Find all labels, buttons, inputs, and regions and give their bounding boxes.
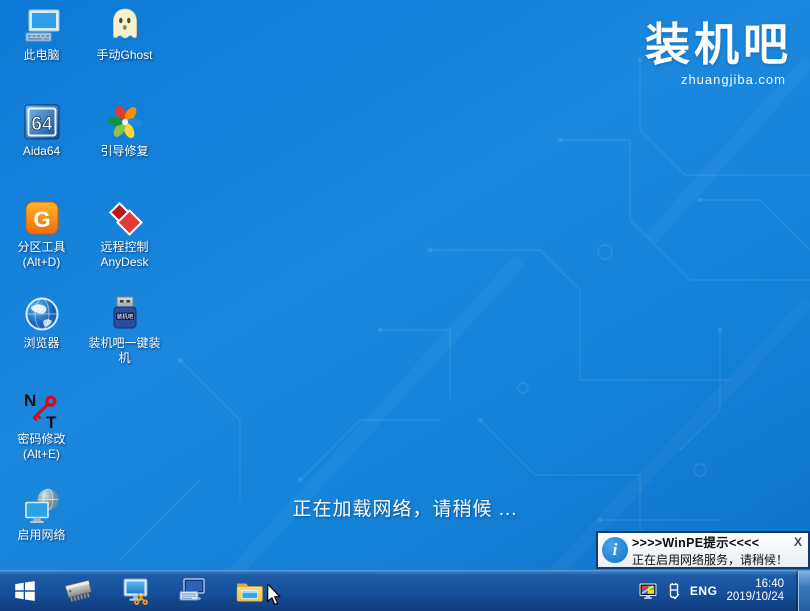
loading-status-text: 正在加载网络，请稍候 ...: [292, 499, 518, 520]
desktop-icon-label: 此电脑: [23, 48, 60, 62]
desktop-icon-grid: 此电脑 手动Ghost 64 Aida64 引导修复 G 分区工具 (Alt+D…: [0, 2, 166, 578]
aida64-glyph: 64: [31, 114, 53, 135]
winpe-desktop: 装机吧 zhuangjiba.com 此电脑 手动Ghost 64 Aida64…: [0, 0, 810, 611]
language-indicator[interactable]: ENG: [690, 584, 718, 598]
aida64-icon: 64: [22, 102, 62, 142]
desktop-icon-label: Aida64: [22, 144, 61, 158]
desktop-icon-remote-control[interactable]: 远程控制 AnyDesk: [83, 194, 166, 290]
taskbar-button-on-screen-keyboard[interactable]: [164, 571, 221, 611]
windows-logo-icon: [15, 581, 35, 601]
brand-logo-subtitle: zhuangjiba.com: [680, 72, 786, 87]
desktop-icon-label: 浏览器: [23, 336, 60, 350]
desktop-icon-label: 引导修复: [100, 144, 149, 158]
close-icon[interactable]: X: [791, 535, 805, 549]
screen-capture-icon: [123, 578, 148, 605]
usb-drive-icon: 装机吧: [105, 294, 145, 334]
computer-icon: [22, 6, 62, 46]
nt-key-icon: N T: [22, 390, 62, 430]
desktop-icon-one-click-install[interactable]: 装机吧 装机吧一键装机: [83, 290, 166, 386]
notification-message: 正在启用网络服务，请稍候！: [632, 553, 789, 567]
desktop-icon-boot-repair[interactable]: 引导修复: [83, 98, 166, 194]
taskbar: ENG 16:40 2019/10/24: [0, 570, 810, 611]
desktop-icon-aida64[interactable]: 64 Aida64: [0, 98, 83, 194]
info-icon: i: [602, 537, 628, 563]
show-desktop-button[interactable]: [798, 571, 810, 611]
memory-chip-icon: [64, 580, 92, 602]
desktop-icon-label: 装机吧一键装机: [88, 336, 161, 365]
notification-title: >>>>WinPE提示<<<<: [632, 536, 760, 550]
taskbar-button-screen-capture[interactable]: [107, 571, 164, 611]
desktop-icon-label: 启用网络: [17, 528, 66, 542]
on-screen-keyboard-icon: [179, 578, 205, 601]
desktop-icon-label: 手动Ghost: [96, 48, 153, 62]
system-tray: ENG 16:40 2019/10/24: [639, 571, 810, 611]
clock-date: 2019/10/24: [726, 591, 784, 603]
taskbar-button-file-explorer[interactable]: [221, 571, 278, 611]
desktop-icon-this-pc[interactable]: 此电脑: [0, 2, 83, 98]
winpe-notification: i >>>>WinPE提示<<<< X 正在启用网络服务，请稍候！: [596, 531, 810, 569]
desktop-icon-manual-ghost[interactable]: 手动Ghost: [83, 2, 166, 98]
diskgenius-glyph: G: [33, 207, 50, 232]
pinwheel-icon: [105, 102, 145, 142]
display-settings-icon[interactable]: [639, 583, 658, 600]
desktop-icon-partition-tool[interactable]: G 分区工具 (Alt+D): [0, 194, 83, 290]
taskbar-button-memory-chip[interactable]: [50, 571, 107, 611]
start-button[interactable]: [0, 571, 50, 611]
desktop-icon-label: 密码修改 (Alt+E): [17, 432, 66, 461]
desktop-icon-label: 分区工具 (Alt+D): [17, 240, 66, 269]
nt-glyph-t: T: [46, 413, 57, 430]
nt-glyph-n: N: [24, 391, 36, 410]
clock-time: 16:40: [755, 578, 784, 590]
desktop-icon-label: 远程控制 AnyDesk: [100, 240, 149, 269]
file-explorer-icon: [236, 583, 263, 602]
ghost-icon: [105, 6, 145, 46]
anydesk-icon: [105, 198, 145, 238]
desktop-icon-browser[interactable]: 浏览器: [0, 290, 83, 386]
brand-logo: 装机吧 zhuangjiba.com: [644, 19, 792, 88]
diskgenius-icon: G: [22, 198, 62, 238]
brand-logo-title: 装机吧: [644, 19, 792, 70]
taskbar-clock[interactable]: 16:40 2019/10/24: [726, 578, 784, 604]
globe-icon: [22, 294, 62, 334]
notification-body: >>>>WinPE提示<<<< X 正在启用网络服务，请稍候！: [632, 532, 808, 568]
desktop-icon-password-reset[interactable]: N T 密码修改 (Alt+E): [0, 386, 83, 482]
usb-eject-icon[interactable]: [667, 582, 681, 601]
usb-drive-glyph: 装机吧: [116, 312, 133, 320]
